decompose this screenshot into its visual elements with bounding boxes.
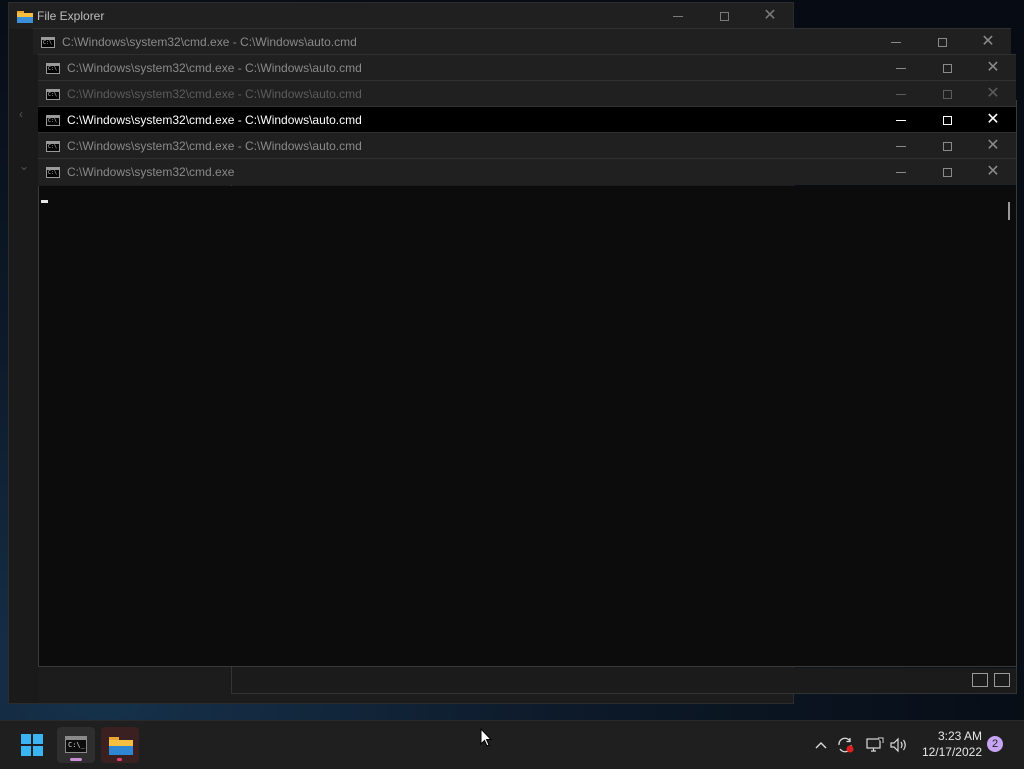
maximize-icon: [942, 167, 952, 177]
minimize-icon: [896, 171, 906, 173]
explorer-nav-strip: ‹ ⌄: [9, 29, 39, 703]
start-button[interactable]: [13, 727, 51, 763]
cmd-icon: [46, 166, 60, 178]
maximize-button[interactable]: [924, 159, 970, 185]
mouse-pointer-icon: [480, 728, 492, 747]
terminal-icon: [65, 736, 87, 753]
maximize-button[interactable]: [924, 107, 970, 133]
explorer-title: File Explorer: [37, 9, 105, 23]
maximize-icon: [942, 89, 952, 99]
maximize-icon: [937, 37, 947, 47]
explorer-close-button[interactable]: ✕: [747, 3, 793, 29]
minimize-button[interactable]: [878, 55, 924, 81]
close-button[interactable]: ✕: [970, 107, 1016, 133]
folder-icon: [17, 10, 33, 23]
maximize-button[interactable]: [924, 133, 970, 159]
close-button[interactable]: ✕: [970, 55, 1016, 81]
close-icon: ✕: [981, 33, 995, 50]
clock[interactable]: 3:23 AM 12/17/2022: [914, 728, 982, 760]
background-status-bar: [231, 668, 1017, 694]
cmd-window-title: C:\Windows\system32\cmd.exe - C:\Windows…: [67, 139, 362, 153]
clock-date: 12/17/2022: [921, 745, 982, 759]
sync-icon[interactable]: [836, 721, 856, 769]
minimize-button[interactable]: [878, 159, 924, 185]
tiles-view-icon[interactable]: [994, 673, 1010, 687]
network-icon[interactable]: [864, 721, 884, 769]
minimize-icon: [673, 15, 683, 17]
close-button[interactable]: ✕: [970, 159, 1016, 185]
cmd-window-titlebar[interactable]: C:\Windows\system32\cmd.exe - C:\Windows…: [38, 80, 1016, 107]
cmd-window-title: C:\Windows\system32\cmd.exe - C:\Windows…: [67, 87, 362, 101]
minimize-icon: [896, 119, 906, 121]
cmd-window-titlebar[interactable]: C:\Windows\system32\cmd.exe - C:\Windows…: [33, 28, 1011, 55]
close-icon: ✕: [986, 59, 1000, 76]
volume-icon[interactable]: [889, 721, 909, 769]
minimize-button[interactable]: [878, 107, 924, 133]
cmd-window-title: C:\Windows\system32\cmd.exe - C:\Windows…: [67, 61, 362, 75]
explorer-maximize-button[interactable]: [701, 3, 747, 29]
close-button[interactable]: ✕: [965, 29, 1011, 55]
maximize-button[interactable]: [924, 55, 970, 81]
explorer-minimize-button[interactable]: [655, 3, 701, 29]
windows-start-icon: [21, 734, 43, 756]
cmd-icon: [46, 62, 60, 74]
maximize-icon: [942, 141, 952, 151]
cmd-window-titlebar[interactable]: C:\Windows\system32\cmd.exe - C:\Windows…: [38, 132, 1016, 159]
explorer-titlebar[interactable]: File Explorer ✕: [9, 3, 793, 29]
cmd-icon: [46, 88, 60, 100]
running-indicator: [70, 758, 82, 761]
cmd-window-title: C:\Windows\system32\cmd.exe - C:\Windows…: [67, 113, 362, 127]
taskbar: 3:23 AM 12/17/2022: [0, 720, 1024, 769]
maximize-icon: [942, 115, 952, 125]
cmd-window-titlebar[interactable]: C:\Windows\system32\cmd.exe - C:\Windows…: [38, 54, 1016, 81]
close-button[interactable]: ✕: [970, 133, 1016, 159]
minimize-icon: [896, 93, 906, 95]
cmd-icon: [41, 36, 55, 48]
notification-badge[interactable]: 2: [987, 736, 1003, 752]
maximize-button[interactable]: [924, 81, 970, 107]
maximize-icon: [942, 63, 952, 73]
taskbar-terminal-button[interactable]: [57, 727, 95, 763]
cmd-window-title: C:\Windows\system32\cmd.exe - C:\Windows…: [62, 35, 357, 49]
close-icon: ✕: [986, 85, 1000, 102]
minimize-icon: [891, 41, 901, 43]
cmd-window-title: C:\Windows\system32\cmd.exe: [67, 165, 235, 179]
taskbar-file-explorer-button[interactable]: [101, 727, 139, 763]
minimize-button[interactable]: [878, 81, 924, 107]
minimize-button[interactable]: [878, 133, 924, 159]
running-indicator: [117, 758, 122, 761]
console-output-area[interactable]: [38, 186, 1017, 667]
close-icon: ✕: [986, 163, 1000, 180]
minimize-icon: [896, 145, 906, 147]
cmd-icon: [46, 140, 60, 152]
scrollbar-thumb[interactable]: [1008, 202, 1010, 220]
close-icon: ✕: [986, 111, 1000, 128]
details-view-icon[interactable]: [972, 673, 988, 687]
folder-icon: [109, 737, 133, 755]
close-icon: ✕: [763, 7, 777, 24]
chevron-up-icon[interactable]: [815, 721, 827, 769]
minimize-button[interactable]: [873, 29, 919, 55]
maximize-icon: [719, 11, 729, 21]
text-cursor: [41, 200, 48, 203]
back-arrow-icon[interactable]: ‹: [19, 107, 23, 121]
cmd-icon: [46, 114, 60, 126]
cmd-window-titlebar-active[interactable]: C:\Windows\system32\cmd.exe - C:\Windows…: [38, 106, 1016, 133]
cmd-window-titlebar[interactable]: C:\Windows\system32\cmd.exe ✕: [38, 158, 1016, 185]
clock-time: 3:23 AM: [937, 729, 982, 743]
close-icon: ✕: [986, 137, 1000, 154]
close-button[interactable]: ✕: [970, 81, 1016, 107]
chevron-down-icon[interactable]: ⌄: [19, 159, 29, 173]
minimize-icon: [896, 67, 906, 69]
maximize-button[interactable]: [919, 29, 965, 55]
